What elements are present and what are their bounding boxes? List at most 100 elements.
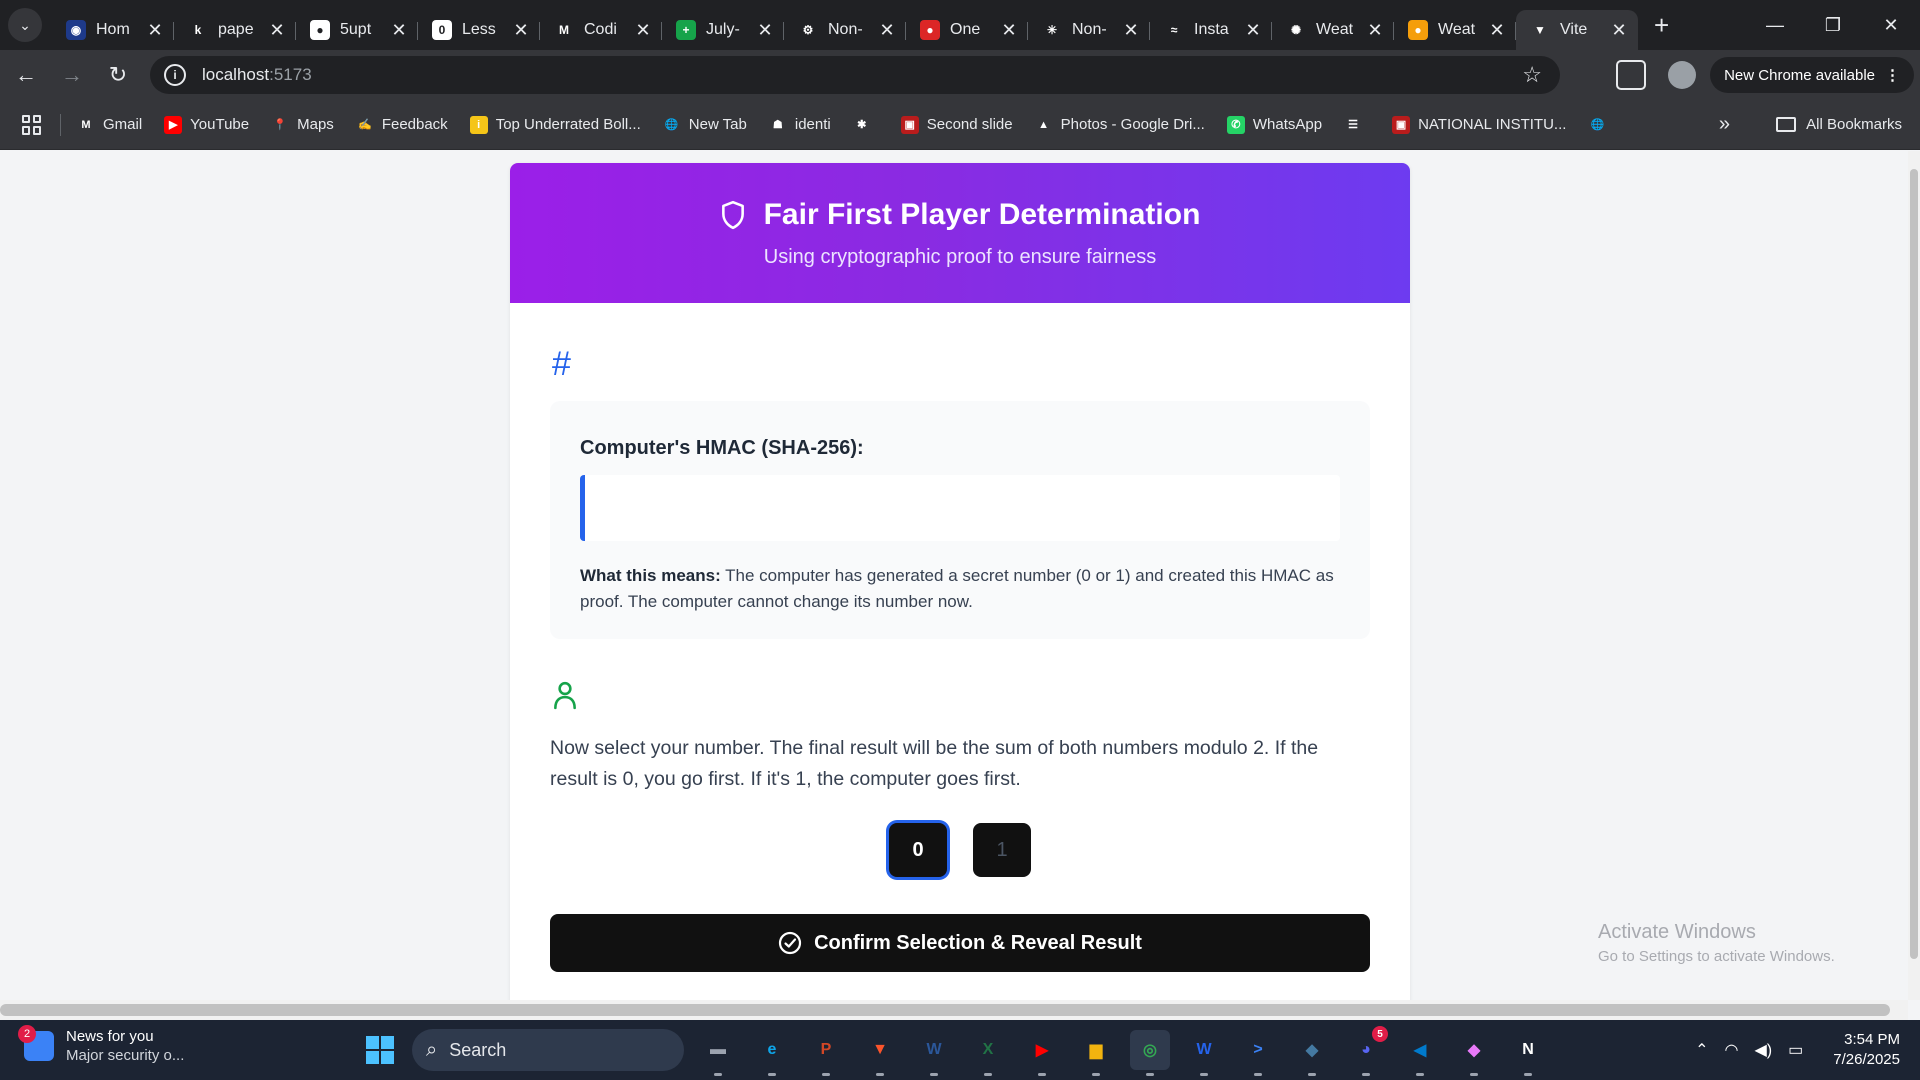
tab-search-button[interactable]: ⌄ — [8, 8, 42, 42]
extensions-icon[interactable] — [1616, 60, 1647, 90]
close-icon[interactable]: ✕ — [268, 20, 286, 41]
file-explorer-icon[interactable]: ▬ — [698, 1030, 738, 1076]
bookmark-item[interactable]: ✱ — [853, 116, 879, 134]
running-indicator — [768, 1073, 776, 1076]
app-icon[interactable]: W — [1184, 1030, 1224, 1076]
start-button[interactable] — [366, 1036, 394, 1064]
discord-icon[interactable]: ◕ 5 — [1346, 1026, 1388, 1076]
window-controls: — ❐ ✕ — [1746, 0, 1920, 50]
close-icon[interactable]: ✕ — [512, 20, 530, 41]
notion-icon[interactable]: N — [1508, 1030, 1548, 1076]
youtube-icon: ▶ — [164, 115, 183, 134]
vertical-scrollbar[interactable] — [1908, 151, 1920, 1000]
close-icon[interactable]: ✕ — [1488, 20, 1506, 41]
chevron-up-icon[interactable]: ⌃ — [1695, 1040, 1708, 1060]
browser-tab[interactable]: ✳ Non- ✕ — [1028, 10, 1150, 50]
news-widget[interactable]: 2 News for you Major security o... — [18, 1025, 184, 1064]
site-info-icon[interactable]: i — [164, 64, 186, 86]
browser-tab[interactable]: ▼ Vite ✕ — [1516, 10, 1638, 50]
kebab-menu-icon[interactable]: ⋮ — [1885, 66, 1900, 84]
browser-tab[interactable]: ● 5upt ✕ — [296, 10, 418, 50]
page-viewport: Fair First Player Determination Using cr… — [0, 151, 1908, 1000]
close-icon[interactable]: ✕ — [146, 20, 164, 41]
apps-grid-icon[interactable] — [22, 114, 42, 135]
bookmark-item[interactable]: ✍ Feedback — [356, 116, 448, 134]
choice-button-0[interactable]: 0 — [889, 823, 947, 877]
browser-tab[interactable]: ◉ Hom ✕ — [52, 10, 174, 50]
folder-icon[interactable]: ▆ — [1076, 1030, 1116, 1076]
youtube-icon[interactable]: ▶ — [1022, 1030, 1062, 1076]
word-icon[interactable]: W — [914, 1030, 954, 1076]
excel-icon[interactable]: X — [968, 1030, 1008, 1076]
weather-favicon: ● — [1408, 20, 1428, 40]
bookmark-item[interactable]: 📍 Maps — [271, 116, 334, 134]
confirm-reveal-button[interactable]: Confirm Selection & Reveal Result — [550, 914, 1370, 972]
horizontal-scrollbar[interactable] — [0, 1000, 1908, 1020]
chrome-icon[interactable]: ◎ — [1130, 1030, 1170, 1076]
browser-tab[interactable]: M Codi ✕ — [540, 10, 662, 50]
tab-title: Less — [462, 21, 496, 38]
reload-button[interactable]: ↻ — [98, 55, 138, 95]
browser-tab[interactable]: ✺ Weat ✕ — [1272, 10, 1394, 50]
bookmark-item[interactable]: ▶ YouTube — [164, 115, 249, 134]
bookmark-item[interactable]: ☗ identi — [769, 116, 831, 134]
restore-button[interactable]: ❐ — [1804, 15, 1862, 36]
close-icon[interactable]: ✕ — [1122, 20, 1140, 41]
close-icon[interactable]: ✕ — [1244, 20, 1262, 41]
back-button[interactable]: ← — [6, 55, 46, 95]
choice-button-1[interactable]: 1 — [973, 823, 1031, 877]
tab-title: Non- — [828, 21, 863, 38]
bookmark-item[interactable]: 🌐 — [1588, 116, 1614, 134]
battery-icon[interactable]: ▭ — [1788, 1040, 1803, 1060]
minimize-button[interactable]: — — [1746, 15, 1804, 36]
close-icon[interactable]: ✕ — [878, 20, 896, 41]
close-icon[interactable]: ✕ — [1366, 20, 1384, 41]
browser-tab[interactable]: k pape ✕ — [174, 10, 296, 50]
back-arrow-icon: ← — [15, 62, 37, 87]
new-tab-button[interactable]: + — [1654, 10, 1669, 41]
all-bookmarks-button[interactable]: All Bookmarks — [1776, 116, 1902, 133]
close-window-button[interactable]: ✕ — [1862, 15, 1920, 36]
edge-icon[interactable]: e — [752, 1030, 792, 1076]
close-icon[interactable]: ✕ — [1610, 20, 1628, 41]
vscode-icon[interactable]: ◀ — [1400, 1030, 1440, 1076]
browser-tab[interactable]: 0 Less ✕ — [418, 10, 540, 50]
bookmark-item[interactable]: 🌐 New Tab — [663, 116, 747, 134]
forward-button[interactable]: → — [52, 55, 92, 95]
address-bar[interactable]: i localhost:5173 ☆ — [150, 56, 1560, 94]
clock[interactable]: 3:54 PM 7/26/2025 — [1833, 1030, 1900, 1070]
wifi-icon[interactable]: ◠ — [1725, 1040, 1739, 1060]
close-icon[interactable]: ✕ — [756, 20, 774, 41]
bookmark-item[interactable]: i Top Underrated Boll... — [469, 115, 641, 134]
volume-icon[interactable]: ◀) — [1755, 1040, 1773, 1060]
terminal-icon[interactable]: > — [1238, 1030, 1278, 1076]
homepage-favicon: ◉ — [66, 20, 86, 40]
close-icon[interactable]: ✕ — [1000, 20, 1018, 41]
copilot-icon[interactable]: ◆ — [1454, 1030, 1494, 1076]
browser-tab[interactable]: ● Weat ✕ — [1394, 10, 1516, 50]
bookmark-label: Second slide — [926, 116, 1013, 133]
mysql-icon[interactable]: ◆ — [1292, 1030, 1332, 1076]
close-icon[interactable]: ✕ — [634, 20, 652, 41]
bookmark-item[interactable]: ☰ — [1344, 116, 1370, 134]
close-icon[interactable]: ✕ — [390, 20, 408, 41]
browser-tab[interactable]: + July- ✕ — [662, 10, 784, 50]
brave-icon[interactable]: ▼ — [860, 1030, 900, 1076]
more-bookmarks-icon[interactable]: » — [1719, 113, 1730, 136]
bookmark-item[interactable]: ✆ WhatsApp — [1226, 115, 1322, 134]
bookmark-item[interactable]: M Gmail — [77, 116, 142, 134]
profile-avatar[interactable] — [1668, 61, 1697, 89]
chrome-update-button[interactable]: New Chrome available ⋮ — [1710, 57, 1914, 93]
bookmark-item[interactable]: ▣ NATIONAL INSTITU... — [1392, 115, 1566, 134]
browser-tab[interactable]: ● One ✕ — [906, 10, 1028, 50]
browser-tab[interactable]: ⚙ Non- ✕ — [784, 10, 906, 50]
powerpoint-icon[interactable]: P — [806, 1030, 846, 1076]
tab-title: Weat — [1316, 21, 1354, 38]
bookmark-item[interactable]: ▣ Second slide — [900, 115, 1013, 134]
vertical-scroll-thumb[interactable] — [1910, 169, 1918, 959]
horizontal-scroll-thumb[interactable] — [0, 1004, 1890, 1016]
browser-tab[interactable]: ≈ Insta ✕ — [1150, 10, 1272, 50]
taskbar-search[interactable]: ⌕ Search — [412, 1029, 684, 1071]
bookmark-star-icon[interactable]: ☆ — [1522, 62, 1542, 88]
bookmark-item[interactable]: ▲ Photos - Google Dri... — [1035, 116, 1205, 134]
